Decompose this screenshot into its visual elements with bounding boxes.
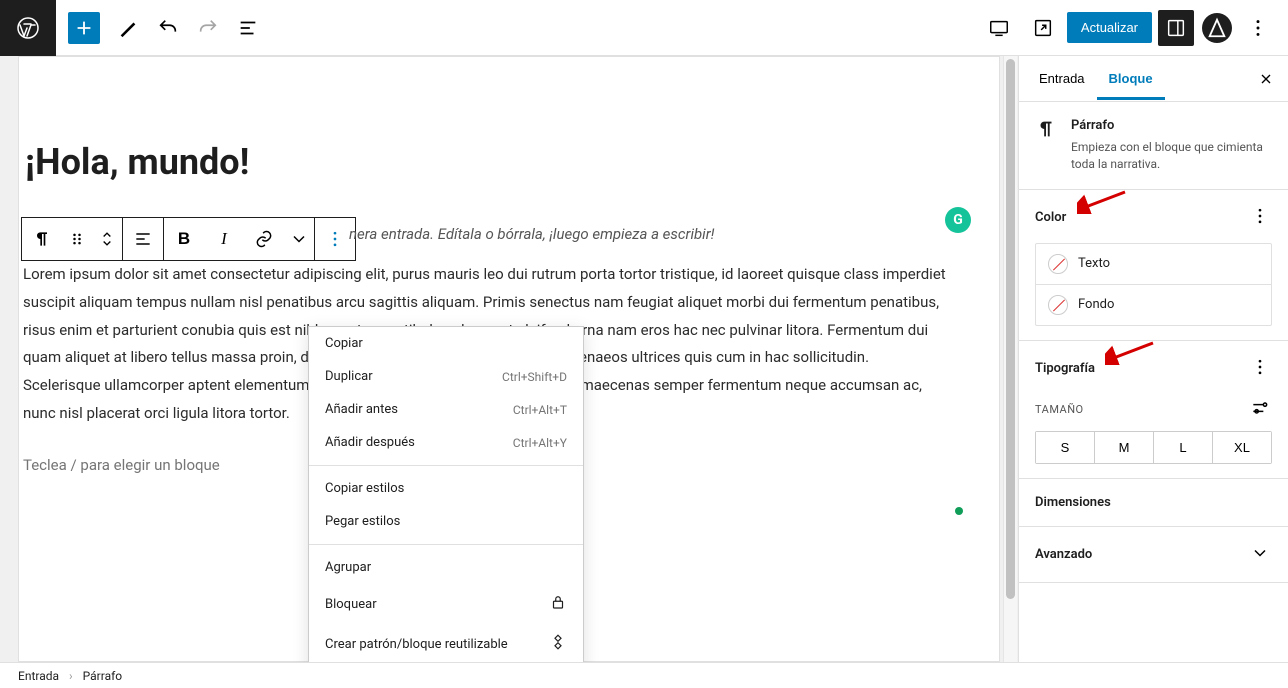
more-rich-text-button[interactable] [284,218,314,260]
size-s[interactable]: S [1036,432,1095,463]
block-desc-text: Empieza con el bloque que cimienta toda … [1071,139,1272,173]
size-xl[interactable]: XL [1213,432,1271,463]
tools-button[interactable] [110,10,146,46]
link-button[interactable] [244,218,284,260]
panel-advanced-title: Avanzado [1035,547,1092,562]
panel-color: Color Texto Fondo [1019,190,1288,341]
typography-panel-more-icon[interactable] [1248,355,1272,382]
align-button[interactable] [123,218,163,260]
dimensions-add-icon[interactable] [1268,493,1272,512]
device-preview-button[interactable] [981,10,1017,46]
view-post-button[interactable] [1025,10,1061,46]
swatch-icon [1048,295,1068,315]
swatch-icon [1048,254,1068,274]
move-updown-icon[interactable] [92,218,122,260]
color-text-button[interactable]: Texto [1036,244,1271,284]
bold-button[interactable]: B [164,218,204,260]
close-sidebar-icon[interactable] [1252,65,1280,93]
toolbar-left [0,0,268,55]
block-description: Párrafo Empieza con el bloque que cimien… [1019,102,1288,190]
advanced-expand-icon[interactable] [1248,541,1272,568]
drag-handle-icon[interactable] [62,218,92,260]
block-name: Párrafo [1071,118,1272,133]
menu-separator [309,544,583,545]
menu-create-reusable[interactable]: Crear patrón/bloque reutilizable [309,624,583,662]
italic-button[interactable]: I [204,218,244,260]
tab-block[interactable]: Bloque [1097,57,1165,100]
color-panel-more-icon[interactable] [1248,204,1272,231]
panel-color-title: Color [1035,210,1066,225]
panel-typography: Tipografía TAMAÑO S M L XL [1019,341,1288,479]
settings-sidebar-toggle[interactable] [1158,10,1194,46]
wordpress-logo[interactable] [0,0,56,56]
breadcrumb: Entrada › Párrafo [0,662,1288,688]
add-block-button[interactable] [68,12,100,44]
top-toolbar: Actualizar [0,0,1288,56]
tab-entry[interactable]: Entrada [1027,57,1097,100]
menu-group[interactable]: Agrupar [309,551,583,584]
post-title[interactable]: ¡Hola, mundo! [19,117,979,211]
menu-copy-styles[interactable]: Copiar estilos [309,472,583,505]
sidebar-tabs: Entrada Bloque [1019,56,1288,102]
size-settings-icon[interactable] [1248,396,1272,423]
lock-icon [549,593,567,615]
more-options-button[interactable] [1240,10,1276,46]
redo-button[interactable] [190,10,226,46]
grammarly-icon[interactable]: G [945,207,971,233]
size-l[interactable]: L [1154,432,1213,463]
color-background-button[interactable]: Fondo [1036,284,1271,325]
panel-advanced[interactable]: Avanzado [1019,527,1288,583]
breadcrumb-current[interactable]: Párrafo [83,669,122,683]
diamond-icon [549,633,567,655]
undo-button[interactable] [150,10,186,46]
block-type-paragraph-icon[interactable] [22,218,62,260]
size-m[interactable]: M [1095,432,1154,463]
paragraph-icon [1035,118,1057,173]
astra-button[interactable] [1202,13,1232,43]
menu-duplicate[interactable]: DuplicarCtrl+Shift+D [309,360,583,393]
block-toolbar: B I [21,217,356,261]
grammarly-status-dot [955,507,963,515]
block-options-dropdown: Copiar DuplicarCtrl+Shift+D Añadir antes… [308,326,584,662]
settings-sidebar: Entrada Bloque Párrafo Empieza con el bl… [1018,56,1288,662]
panel-typography-title: Tipografía [1035,361,1095,376]
canvas-scrollbar[interactable] [1003,56,1017,662]
size-button-group: S M L XL [1035,431,1272,464]
chevron-right-icon: › [69,669,73,683]
panel-dimensions-title: Dimensiones [1035,495,1111,510]
menu-insert-before[interactable]: Añadir antesCtrl+Alt+T [309,393,583,426]
breadcrumb-root[interactable]: Entrada [18,669,59,683]
menu-lock[interactable]: Bloquear [309,584,583,624]
size-label: TAMAÑO [1035,403,1084,416]
menu-copy[interactable]: Copiar [309,327,583,360]
menu-insert-after[interactable]: Añadir despuésCtrl+Alt+Y [309,426,583,459]
panel-dimensions[interactable]: Dimensiones [1019,479,1288,527]
toolbar-right: Actualizar [979,0,1288,55]
update-button[interactable]: Actualizar [1067,12,1152,43]
editor-canvas-wrap: ¡Hola, mundo! G [0,56,1018,662]
document-overview-button[interactable] [230,10,266,46]
menu-paste-styles[interactable]: Pegar estilos [309,505,583,538]
menu-separator [309,465,583,466]
